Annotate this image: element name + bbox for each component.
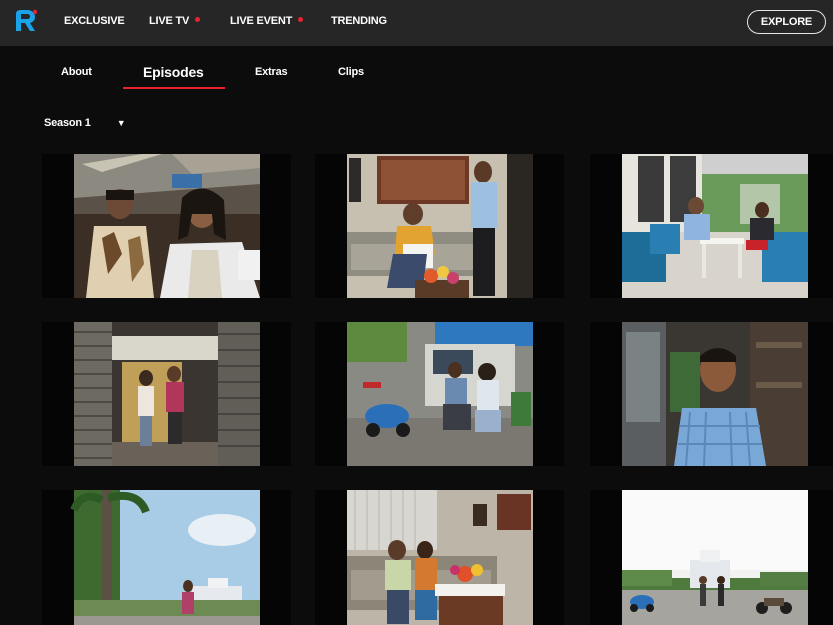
episode-thumbnail-plaza-motorbikes[interactable] [590, 490, 833, 625]
tab-episodes[interactable]: Episodes [143, 64, 204, 80]
episode-image [315, 490, 564, 625]
rctv-logo-icon[interactable] [13, 8, 39, 34]
nav-live-tv[interactable]: LIVE TV [149, 15, 201, 27]
episode-thumbnail-terrace-blue-chairs[interactable] [590, 154, 833, 298]
nav-trending[interactable]: TRENDING [331, 15, 387, 27]
top-navigation-bar: EXCLUSIVE LIVE TV LIVE EVENT TRENDING EX… [0, 0, 833, 46]
active-tab-underline [123, 87, 225, 89]
explore-button[interactable]: EXPLORE [747, 10, 826, 34]
nav-live-event-label: LIVE EVENT [230, 15, 293, 27]
episode-image [590, 322, 833, 466]
show-tabs: About Episodes Extras Clips [0, 46, 833, 98]
episode-thumbnail-street-scooter[interactable] [315, 322, 564, 466]
episode-image [590, 154, 833, 298]
episode-image [315, 322, 564, 466]
nav-exclusive[interactable]: EXCLUSIVE [64, 15, 125, 27]
episode-image [315, 154, 564, 298]
episode-thumbnail-sofa-couple[interactable] [315, 490, 564, 625]
nav-live-tv-label: LIVE TV [149, 15, 190, 27]
episode-image [42, 322, 291, 466]
episode-thumbnail-living-room-newspaper[interactable] [315, 154, 564, 298]
triangle-down-icon: ▼ [116, 117, 126, 128]
nav-trending-label: TRENDING [331, 15, 387, 27]
tab-clips[interactable]: Clips [338, 66, 364, 78]
episode-image [42, 154, 291, 298]
episode-thumbnail-shop-shutter-alley[interactable] [42, 322, 291, 466]
season-selected-value: Season 1 [44, 117, 91, 129]
nav-live-event[interactable]: LIVE EVENT [230, 15, 304, 27]
episode-thumbnail-park-monument[interactable] [42, 490, 291, 625]
season-dropdown[interactable]: Season 1 ▼ [44, 114, 126, 132]
nav-exclusive-label: EXCLUSIVE [64, 15, 125, 27]
tab-about[interactable]: About [61, 66, 92, 78]
live-indicator-dot [298, 17, 304, 22]
episode-image [590, 490, 833, 625]
live-indicator-dot [195, 17, 201, 22]
tab-extras[interactable]: Extras [255, 66, 288, 78]
episode-thumbnail-man-plaid-shirt[interactable] [590, 322, 833, 466]
episode-thumbnail-market-two-men[interactable] [42, 154, 291, 298]
episode-grid [42, 154, 833, 625]
episode-image [42, 490, 291, 625]
